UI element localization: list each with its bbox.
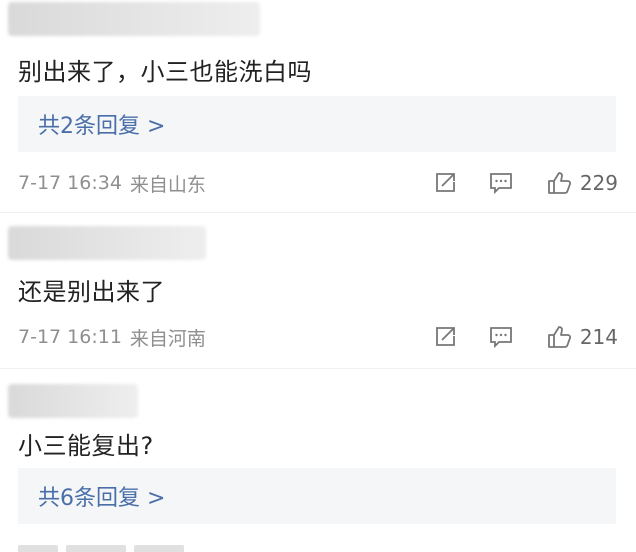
comment-meta: 7-17 16:11 来自河南 214 xyxy=(18,322,618,352)
comment-meta: 7-17 16:34 来自山东 229 xyxy=(18,168,618,198)
comment-icon[interactable] xyxy=(488,170,514,196)
like-icon[interactable] xyxy=(546,324,572,350)
share-icon[interactable] xyxy=(432,324,458,350)
blurred-username xyxy=(8,384,138,418)
comment-text: 别出来了，小三也能洗白吗 xyxy=(18,58,312,86)
truncated-meta-row xyxy=(18,540,618,552)
like-count: 229 xyxy=(579,171,618,195)
divider xyxy=(0,368,636,369)
blurred-username xyxy=(8,226,206,260)
comment-time: 7-17 16:34 xyxy=(18,172,122,194)
comment-actions: 229 xyxy=(432,168,618,198)
comment-actions: 214 xyxy=(432,322,618,352)
comment-location: 来自山东 xyxy=(129,173,206,196)
comment-location: 来自河南 xyxy=(129,327,206,350)
view-replies-button[interactable]: 共2条回复 > xyxy=(18,96,616,152)
divider xyxy=(0,212,636,213)
blurred-username xyxy=(8,2,260,36)
comment-time: 7-17 16:11 xyxy=(18,326,122,348)
comment-text: 小三能复出? xyxy=(18,432,154,460)
view-replies-button[interactable]: 共6条回复 > xyxy=(18,468,616,524)
like-icon[interactable] xyxy=(546,170,572,196)
share-icon[interactable] xyxy=(432,170,458,196)
like-count: 214 xyxy=(579,325,618,349)
comment-icon[interactable] xyxy=(488,324,514,350)
comment-text: 还是别出来了 xyxy=(18,278,165,306)
